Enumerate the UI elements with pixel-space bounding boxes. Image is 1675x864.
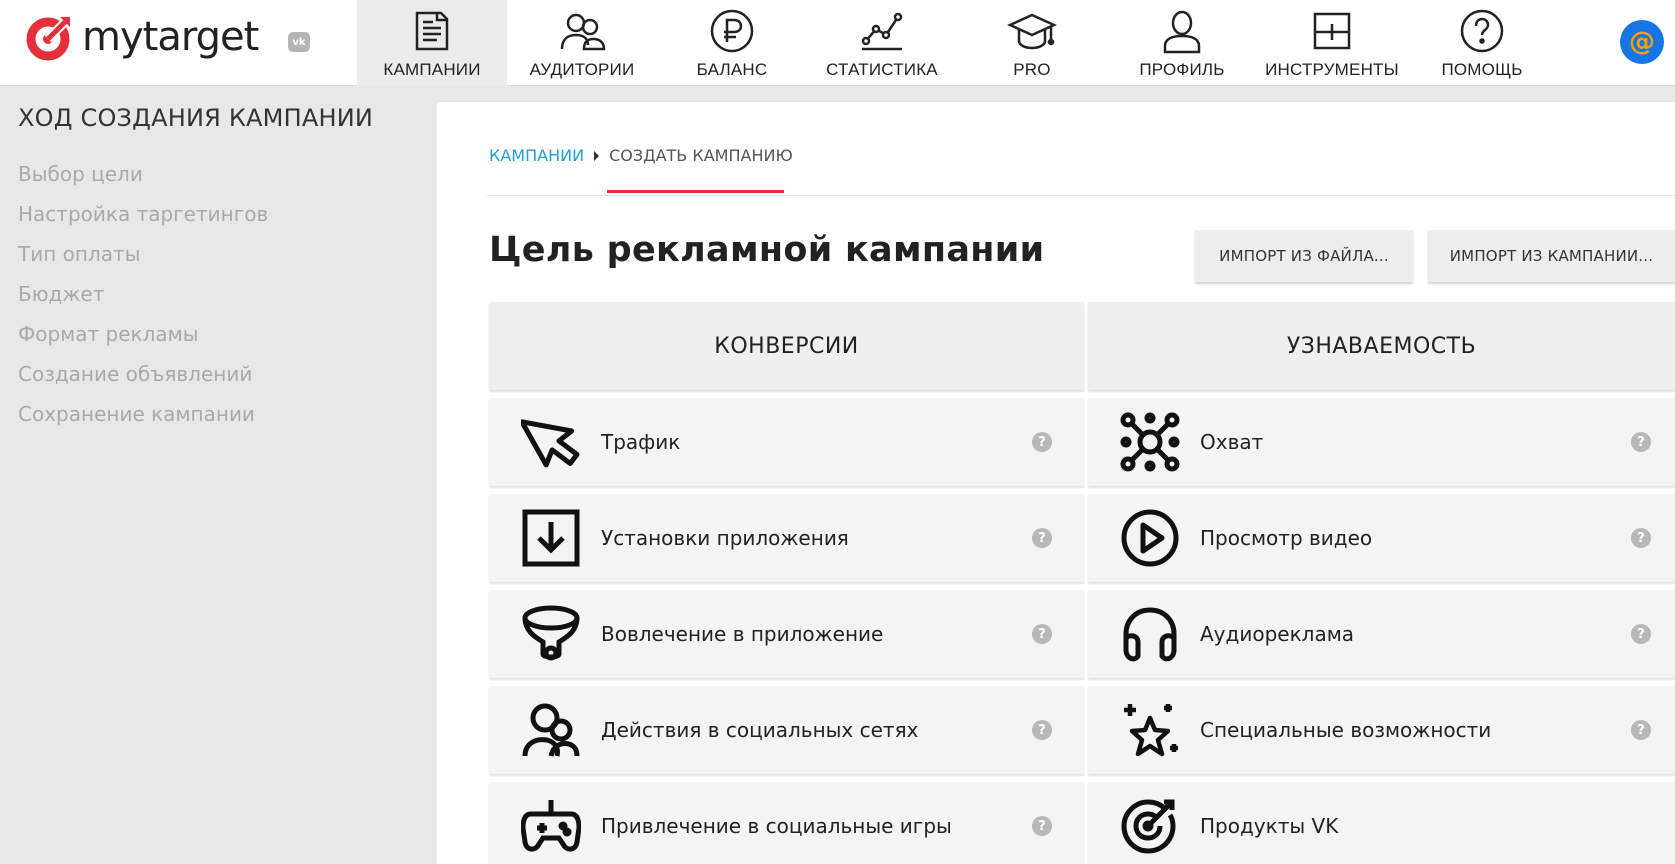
- breadcrumb-campaigns-link[interactable]: КАМПАНИИ: [489, 146, 584, 165]
- reach-network-icon: [1120, 412, 1180, 472]
- page-title: Цель рекламной кампании: [489, 230, 1045, 270]
- breadcrumb-current: СОЗДАТЬ КАМПАНИЮ: [609, 146, 793, 165]
- goal-audio-ads[interactable]: Аудиореклама ?: [1088, 590, 1675, 678]
- goal-video-views[interactable]: Просмотр видео ?: [1088, 494, 1675, 582]
- help-icon[interactable]: ?: [1032, 432, 1052, 452]
- campaign-document-icon: [407, 6, 457, 56]
- audience-people-icon: [557, 6, 607, 56]
- help-icon[interactable]: ?: [1032, 720, 1052, 740]
- breadcrumb-divider: [487, 195, 1675, 196]
- help-icon[interactable]: ?: [1032, 624, 1052, 644]
- help-icon[interactable]: ?: [1032, 816, 1052, 836]
- help-icon[interactable]: ?: [1631, 624, 1651, 644]
- goal-social-actions[interactable]: Действия в социальных сетях ?: [489, 686, 1084, 774]
- ruble-coin-icon: [707, 6, 757, 56]
- help-icon[interactable]: ?: [1631, 432, 1651, 452]
- main-panel: КАМПАНИИ СОЗДАТЬ КАМПАНИЮ Цель рекламной…: [437, 102, 1675, 864]
- stars-icon: [1124, 704, 1178, 757]
- campaign-progress-sidebar: ХОД СОЗДАНИЯ КАМПАНИИ Выбор цели Настрой…: [0, 86, 437, 864]
- help-icon[interactable]: ?: [1032, 528, 1052, 548]
- step-save-campaign: Сохранение кампании: [18, 402, 255, 426]
- vk-badge: vk: [288, 32, 310, 52]
- conversions-header[interactable]: КОНВЕРСИИ: [489, 302, 1084, 390]
- goal-label: Просмотр видео: [1200, 526, 1373, 550]
- nav-item-tools[interactable]: ИНСТРУМЕНТЫ: [1257, 0, 1407, 86]
- help-question-icon: [1457, 6, 1507, 56]
- goal-label: Охват: [1200, 430, 1264, 454]
- goal-social-games[interactable]: Привлечение в социальные игры ?: [489, 782, 1084, 864]
- goal-traffic[interactable]: Трафик ?: [489, 398, 1084, 486]
- mytarget-logo[interactable]: mytarget: [24, 12, 259, 62]
- goal-app-engagement[interactable]: Вовлечение в приложение ?: [489, 590, 1084, 678]
- goal-app-installs[interactable]: Установки приложения ?: [489, 494, 1084, 582]
- nav-label: БАЛАНС: [696, 60, 768, 79]
- awareness-header[interactable]: УЗНАВАЕМОСТЬ: [1088, 302, 1675, 390]
- nav-label: PRO: [1013, 60, 1051, 79]
- breadcrumb-active-underline: [607, 190, 784, 193]
- nav-label: ИНСТРУМЕНТЫ: [1265, 60, 1399, 79]
- goal-label: Специальные возможности: [1200, 718, 1492, 742]
- goal-label: Трафик: [601, 430, 681, 454]
- goal-vk-products[interactable]: Продукты VK: [1088, 782, 1675, 864]
- step-create-ads: Создание объявлений: [18, 362, 253, 386]
- progress-steps: Выбор цели Настройка таргетингов Тип опл…: [18, 162, 268, 442]
- nav-item-balance[interactable]: БАЛАНС: [657, 0, 807, 86]
- nav-label: ПОМОЩЬ: [1441, 60, 1523, 79]
- nav-item-campaigns[interactable]: КАМПАНИИ: [357, 0, 507, 86]
- breadcrumb-arrow-icon: [594, 150, 600, 161]
- nav-item-pro[interactable]: PRO: [957, 0, 1107, 86]
- gamepad-icon: [521, 800, 581, 852]
- mytarget-logo-icon: [26, 15, 72, 61]
- nav-item-audiences[interactable]: АУДИТОРИИ: [507, 0, 657, 86]
- goal-reach[interactable]: Охват ?: [1088, 398, 1675, 486]
- social-people-icon: [522, 703, 580, 757]
- nav-label: КАМПАНИИ: [383, 60, 481, 79]
- cursor-click-icon: [521, 419, 580, 468]
- nav-label: СТАТИСТИКА: [826, 60, 938, 79]
- breadcrumb: КАМПАНИИ СОЗДАТЬ КАМПАНИЮ: [489, 146, 793, 165]
- goal-label: Аудиореклама: [1200, 622, 1355, 646]
- nav-item-help[interactable]: ПОМОЩЬ: [1407, 0, 1557, 86]
- step-payment-type: Тип оплаты: [18, 242, 141, 266]
- target-arrow-icon: [1121, 799, 1176, 854]
- nav-item-profile[interactable]: ПРОФИЛЬ: [1107, 0, 1257, 86]
- profile-person-icon: [1157, 6, 1207, 56]
- step-budget: Бюджет: [18, 282, 105, 306]
- step-goal: Выбор цели: [18, 162, 143, 186]
- step-ad-format: Формат рекламы: [18, 322, 199, 346]
- download-box-icon: [522, 509, 580, 567]
- step-targeting: Настройка таргетингов: [18, 202, 269, 226]
- funnel-icon: [522, 605, 580, 661]
- import-from-file-button[interactable]: ИМПОРТ ИЗ ФАЙЛА...: [1195, 230, 1413, 282]
- user-avatar[interactable]: @: [1620, 20, 1664, 64]
- main-nav: КАМПАНИИ АУДИТОРИИ БАЛАНС СТАТИСТИКА PRO…: [357, 0, 1557, 86]
- help-icon[interactable]: ?: [1631, 720, 1651, 740]
- headphones-icon: [1123, 607, 1177, 662]
- awareness-column: УЗНАВАЕМОСТЬ Охват ? Просмотр видео ? Ау…: [1088, 302, 1675, 864]
- nav-label: АУДИТОРИИ: [529, 60, 635, 79]
- sidebar-title: ХОД СОЗДАНИЯ КАМПАНИИ: [18, 104, 374, 132]
- import-from-campaign-button[interactable]: ИМПОРТ ИЗ КАМПАНИИ...: [1428, 230, 1675, 282]
- help-icon[interactable]: ?: [1631, 528, 1651, 548]
- goal-label: Привлечение в социальные игры: [601, 814, 952, 838]
- top-header: mytarget vk КАМПАНИИ АУДИТОРИИ БАЛАНС СТ…: [0, 0, 1675, 86]
- tools-window-icon: [1307, 6, 1357, 56]
- goal-label: Вовлечение в приложение: [601, 622, 884, 646]
- logo-text: mytarget: [82, 14, 259, 60]
- conversions-column: КОНВЕРСИИ Трафик ? Установки приложения …: [489, 302, 1084, 864]
- goal-label: Продукты VK: [1200, 814, 1339, 838]
- graduation-cap-icon: [1007, 6, 1057, 56]
- line-chart-icon: [857, 6, 907, 56]
- play-circle-icon: [1121, 509, 1179, 567]
- goal-label: Действия в социальных сетях: [601, 718, 919, 742]
- goal-special-features[interactable]: Специальные возможности ?: [1088, 686, 1675, 774]
- nav-item-statistics[interactable]: СТАТИСТИКА: [807, 0, 957, 86]
- nav-label: ПРОФИЛЬ: [1139, 60, 1225, 79]
- goal-label: Установки приложения: [601, 526, 849, 550]
